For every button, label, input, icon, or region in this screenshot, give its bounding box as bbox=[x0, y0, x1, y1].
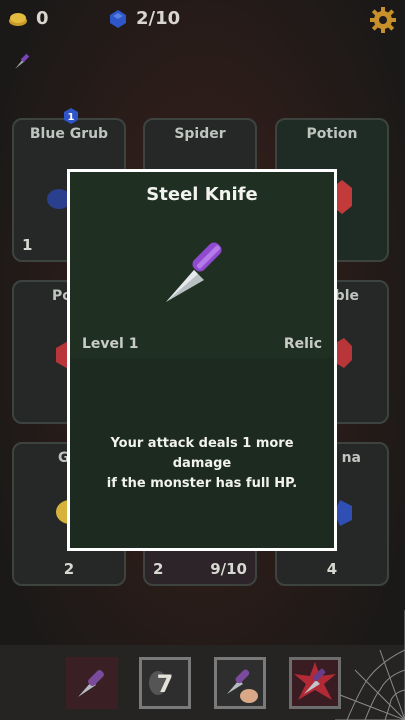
description-line: Your attack deals 1 more damage bbox=[110, 436, 294, 471]
deck-slot[interactable]: 7 bbox=[139, 657, 191, 709]
card-title: Blue Grub bbox=[29, 126, 109, 142]
top-bar: 0 2/10 bbox=[0, 0, 405, 40]
card-title: Spider bbox=[174, 126, 226, 142]
card-title: ble bbox=[334, 288, 359, 304]
slot-knife-hand[interactable] bbox=[214, 657, 266, 709]
knife-hand-icon bbox=[227, 669, 258, 703]
knife-icon bbox=[78, 670, 104, 697]
card-value: 2 bbox=[63, 560, 75, 578]
spider-web-icon bbox=[335, 610, 405, 720]
modal-level: Level 1 bbox=[82, 336, 139, 352]
gem-counter: 2/10 bbox=[108, 8, 180, 29]
gold-icon bbox=[9, 12, 27, 26]
modal-title: Steel Knife bbox=[146, 184, 258, 205]
gem-value: 2/10 bbox=[136, 8, 181, 29]
slot-knife[interactable] bbox=[66, 657, 118, 709]
card-counter: 9/10 bbox=[210, 560, 247, 578]
card-value: 1 bbox=[22, 236, 33, 254]
steel-knife-icon bbox=[166, 242, 222, 302]
gold-value: 0 bbox=[36, 8, 49, 29]
gem-icon bbox=[110, 9, 126, 28]
modal-description: Your attack deals 1 more damage if the m… bbox=[84, 434, 320, 494]
card-value: 2 bbox=[153, 560, 164, 578]
deck-count: 7 bbox=[156, 670, 174, 698]
card-title: Potion bbox=[306, 126, 358, 142]
level-badge-icon: 1 bbox=[64, 108, 78, 124]
modal-type: Relic bbox=[283, 336, 322, 352]
knife-burst-icon bbox=[294, 662, 336, 700]
card-title: na bbox=[341, 450, 361, 466]
gear-icon[interactable] bbox=[369, 6, 397, 34]
card-value: 4 bbox=[326, 560, 338, 578]
slot-knife-rage[interactable] bbox=[289, 657, 341, 709]
equipped-knife-icon[interactable] bbox=[12, 50, 34, 72]
description-line: if the monster has full HP. bbox=[106, 476, 298, 491]
item-detail-modal[interactable]: Steel Knife Level 1 Relic Your attack de… bbox=[67, 169, 337, 551]
bottom-bar: 7 bbox=[0, 610, 405, 720]
gold-counter: 0 bbox=[8, 8, 49, 29]
level-badge-text: 1 bbox=[68, 112, 75, 123]
